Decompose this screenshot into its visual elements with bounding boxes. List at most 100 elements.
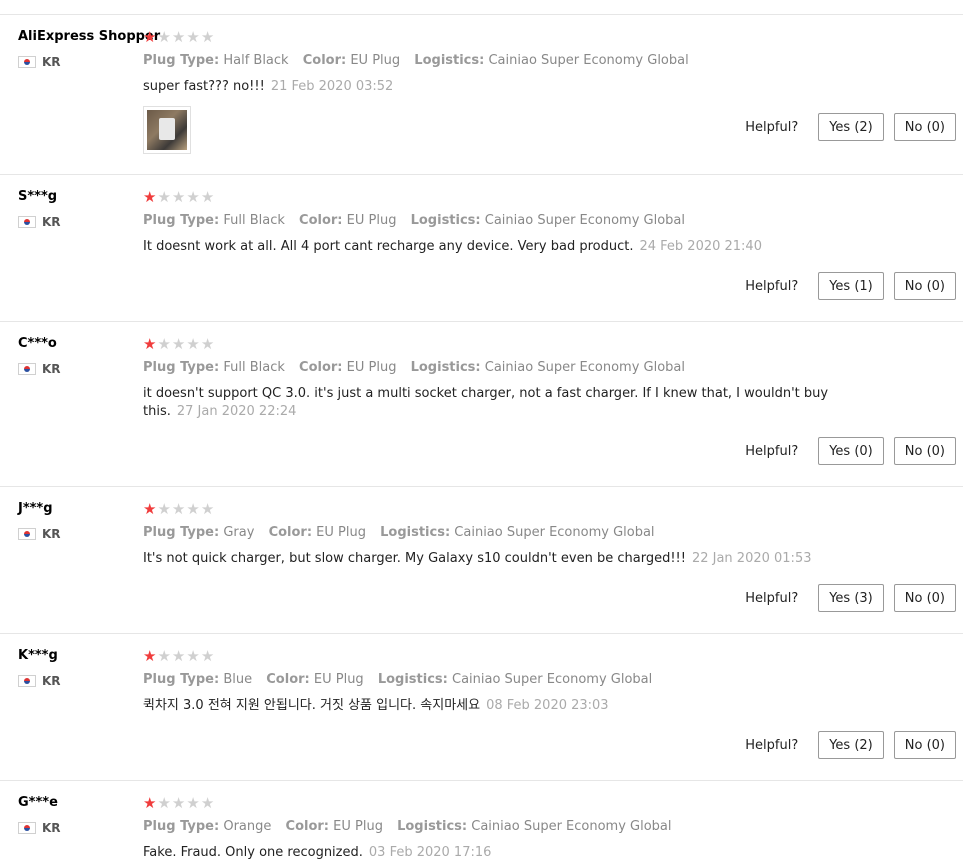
plug-type-value: Orange — [223, 819, 272, 834]
reviewer-country: KR — [18, 362, 61, 376]
plug-type-attr: Plug Type: Half Black — [143, 53, 289, 68]
helpful-vote: Helpful? Yes (0) No (0) — [745, 437, 956, 465]
color-label: Color: — [266, 672, 310, 687]
plug-type-value: Gray — [223, 525, 255, 540]
helpful-no-button[interactable]: No (0) — [893, 113, 956, 141]
logistics-value: Cainiao Super Economy Global — [471, 819, 672, 834]
plug-type-attr: Plug Type: Blue — [143, 672, 252, 687]
reviewer-country: KR — [18, 821, 61, 835]
star-empty-icon: ★ — [157, 794, 171, 812]
star-empty-icon: ★ — [186, 335, 200, 353]
color-value: EU Plug — [316, 525, 366, 540]
logistics-value: Cainiao Super Economy Global — [484, 360, 686, 375]
color-attr: Color: EU Plug — [269, 525, 366, 540]
helpful-vote: Helpful? Yes (3) No (0) — [745, 584, 956, 612]
review-photo-thumbnail[interactable] — [143, 106, 191, 154]
review-text: It doesnt work at all. All 4 port cant r… — [143, 239, 634, 254]
star-empty-icon: ★ — [157, 335, 171, 353]
reviewer-country: KR — [18, 674, 61, 688]
helpful-yes-button[interactable]: Yes (3) — [818, 584, 884, 612]
logistics-attr: Logistics: Cainiao Super Economy Global — [397, 819, 671, 834]
plug-type-label: Plug Type: — [143, 53, 220, 68]
order-attributes: Plug Type: Blue Color: EU Plug Logistics… — [143, 672, 662, 687]
reviewer-name: C***o — [18, 336, 57, 351]
star-empty-icon: ★ — [157, 647, 171, 665]
reviewer-name: J***g — [18, 501, 53, 516]
helpful-label: Helpful? — [745, 443, 799, 459]
color-label: Color: — [299, 213, 343, 228]
color-value: EU Plug — [346, 213, 397, 228]
star-filled-icon: ★ — [143, 500, 157, 518]
review-date: 03 Feb 2020 17:16 — [368, 845, 492, 860]
reviewer-name: K***g — [18, 648, 58, 663]
logistics-label: Logistics: — [377, 672, 448, 687]
helpful-label: Helpful? — [745, 278, 799, 294]
helpful-yes-button[interactable]: Yes (0) — [818, 437, 884, 465]
plug-type-attr: Plug Type: Full Black — [143, 213, 285, 228]
review-date: 27 Jan 2020 22:24 — [176, 404, 297, 419]
korea-flag-icon — [18, 216, 36, 228]
logistics-value: Cainiao Super Economy Global — [484, 213, 686, 228]
logistics-attr: Logistics: Cainiao Super Economy Global — [411, 213, 685, 228]
star-empty-icon: ★ — [200, 794, 215, 812]
reviewer-country: KR — [18, 215, 61, 229]
star-filled-icon: ★ — [143, 335, 157, 353]
star-rating: ★ ★ ★ ★ ★ — [143, 501, 214, 517]
logistics-label: Logistics: — [414, 53, 485, 68]
helpful-no-button[interactable]: No (0) — [893, 437, 956, 465]
helpful-vote: Helpful? Yes (2) No (0) — [745, 113, 956, 141]
helpful-label: Helpful? — [745, 119, 799, 135]
review-comment: it doesn't support QC 3.0. it's just a m… — [143, 385, 863, 421]
star-rating: ★ ★ ★ ★ ★ — [143, 336, 214, 352]
star-filled-icon: ★ — [143, 647, 157, 665]
helpful-yes-button[interactable]: Yes (2) — [818, 731, 884, 759]
order-attributes: Plug Type: Full Black Color: EU Plug Log… — [143, 213, 695, 228]
review-comment: 퀵차지 3.0 전혀 지원 안됩니다. 거짓 상품 입니다. 속지마세요 08 F… — [143, 697, 863, 715]
review-comment: Fake. Fraud. Only one recognized. 03 Feb … — [143, 844, 863, 862]
logistics-label: Logistics: — [410, 360, 481, 375]
star-empty-icon: ★ — [186, 794, 200, 812]
review-text: 퀵차지 3.0 전혀 지원 안됩니다. 거짓 상품 입니다. 속지마세요 — [143, 698, 481, 713]
review-item: J***g KR ★ ★ ★ ★ ★ Plug Type: Gray Color: EU… — [0, 486, 963, 634]
helpful-no-button[interactable]: No (0) — [893, 272, 956, 300]
review-item: K***g KR ★ ★ ★ ★ ★ Plug Type: Blue Color: EU… — [0, 633, 963, 781]
star-empty-icon: ★ — [200, 188, 215, 206]
review-text: super fast??? no!!! — [143, 79, 265, 94]
review-date: 24 Feb 2020 21:40 — [639, 239, 762, 254]
helpful-yes-button[interactable]: Yes (1) — [818, 272, 884, 300]
logistics-value: Cainiao Super Economy Global — [452, 672, 653, 687]
order-attributes: Plug Type: Gray Color: EU Plug Logistics… — [143, 525, 665, 540]
logistics-attr: Logistics: Cainiao Super Economy Global — [378, 672, 652, 687]
review-comment: It doesnt work at all. All 4 port cant r… — [143, 238, 863, 256]
color-attr: Color: EU Plug — [286, 819, 383, 834]
korea-flag-icon — [18, 56, 36, 68]
helpful-no-button[interactable]: No (0) — [893, 731, 956, 759]
star-empty-icon: ★ — [171, 794, 186, 812]
review-date: 22 Jan 2020 01:53 — [691, 551, 812, 566]
plug-type-value: Half Black — [223, 53, 289, 68]
review-date: 08 Feb 2020 23:03 — [486, 698, 609, 713]
korea-flag-icon — [18, 822, 36, 834]
star-rating: ★ ★ ★ ★ ★ — [143, 795, 214, 811]
plug-type-attr: Plug Type: Full Black — [143, 360, 285, 375]
star-empty-icon: ★ — [171, 500, 186, 518]
helpful-label: Helpful? — [745, 737, 799, 753]
country-code: KR — [42, 527, 61, 541]
helpful-yes-button[interactable]: Yes (2) — [818, 113, 884, 141]
reviewer-country: KR — [18, 527, 61, 541]
reviewer-name: S***g — [18, 189, 58, 204]
review-comment: super fast??? no!!! 21 Feb 2020 03:52 — [143, 78, 863, 96]
star-empty-icon: ★ — [157, 500, 171, 518]
star-empty-icon: ★ — [157, 28, 171, 46]
review-date: 21 Feb 2020 03:52 — [270, 79, 394, 94]
plug-type-attr: Plug Type: Orange — [143, 819, 271, 834]
star-empty-icon: ★ — [171, 28, 186, 46]
order-attributes: Plug Type: Orange Color: EU Plug Logisti… — [143, 819, 682, 834]
color-attr: Color: EU Plug — [299, 213, 396, 228]
star-empty-icon: ★ — [171, 335, 186, 353]
korea-flag-icon — [18, 363, 36, 375]
star-empty-icon: ★ — [186, 647, 200, 665]
logistics-attr: Logistics: Cainiao Super Economy Global — [414, 53, 688, 68]
helpful-no-button[interactable]: No (0) — [893, 584, 956, 612]
country-code: KR — [42, 215, 61, 229]
